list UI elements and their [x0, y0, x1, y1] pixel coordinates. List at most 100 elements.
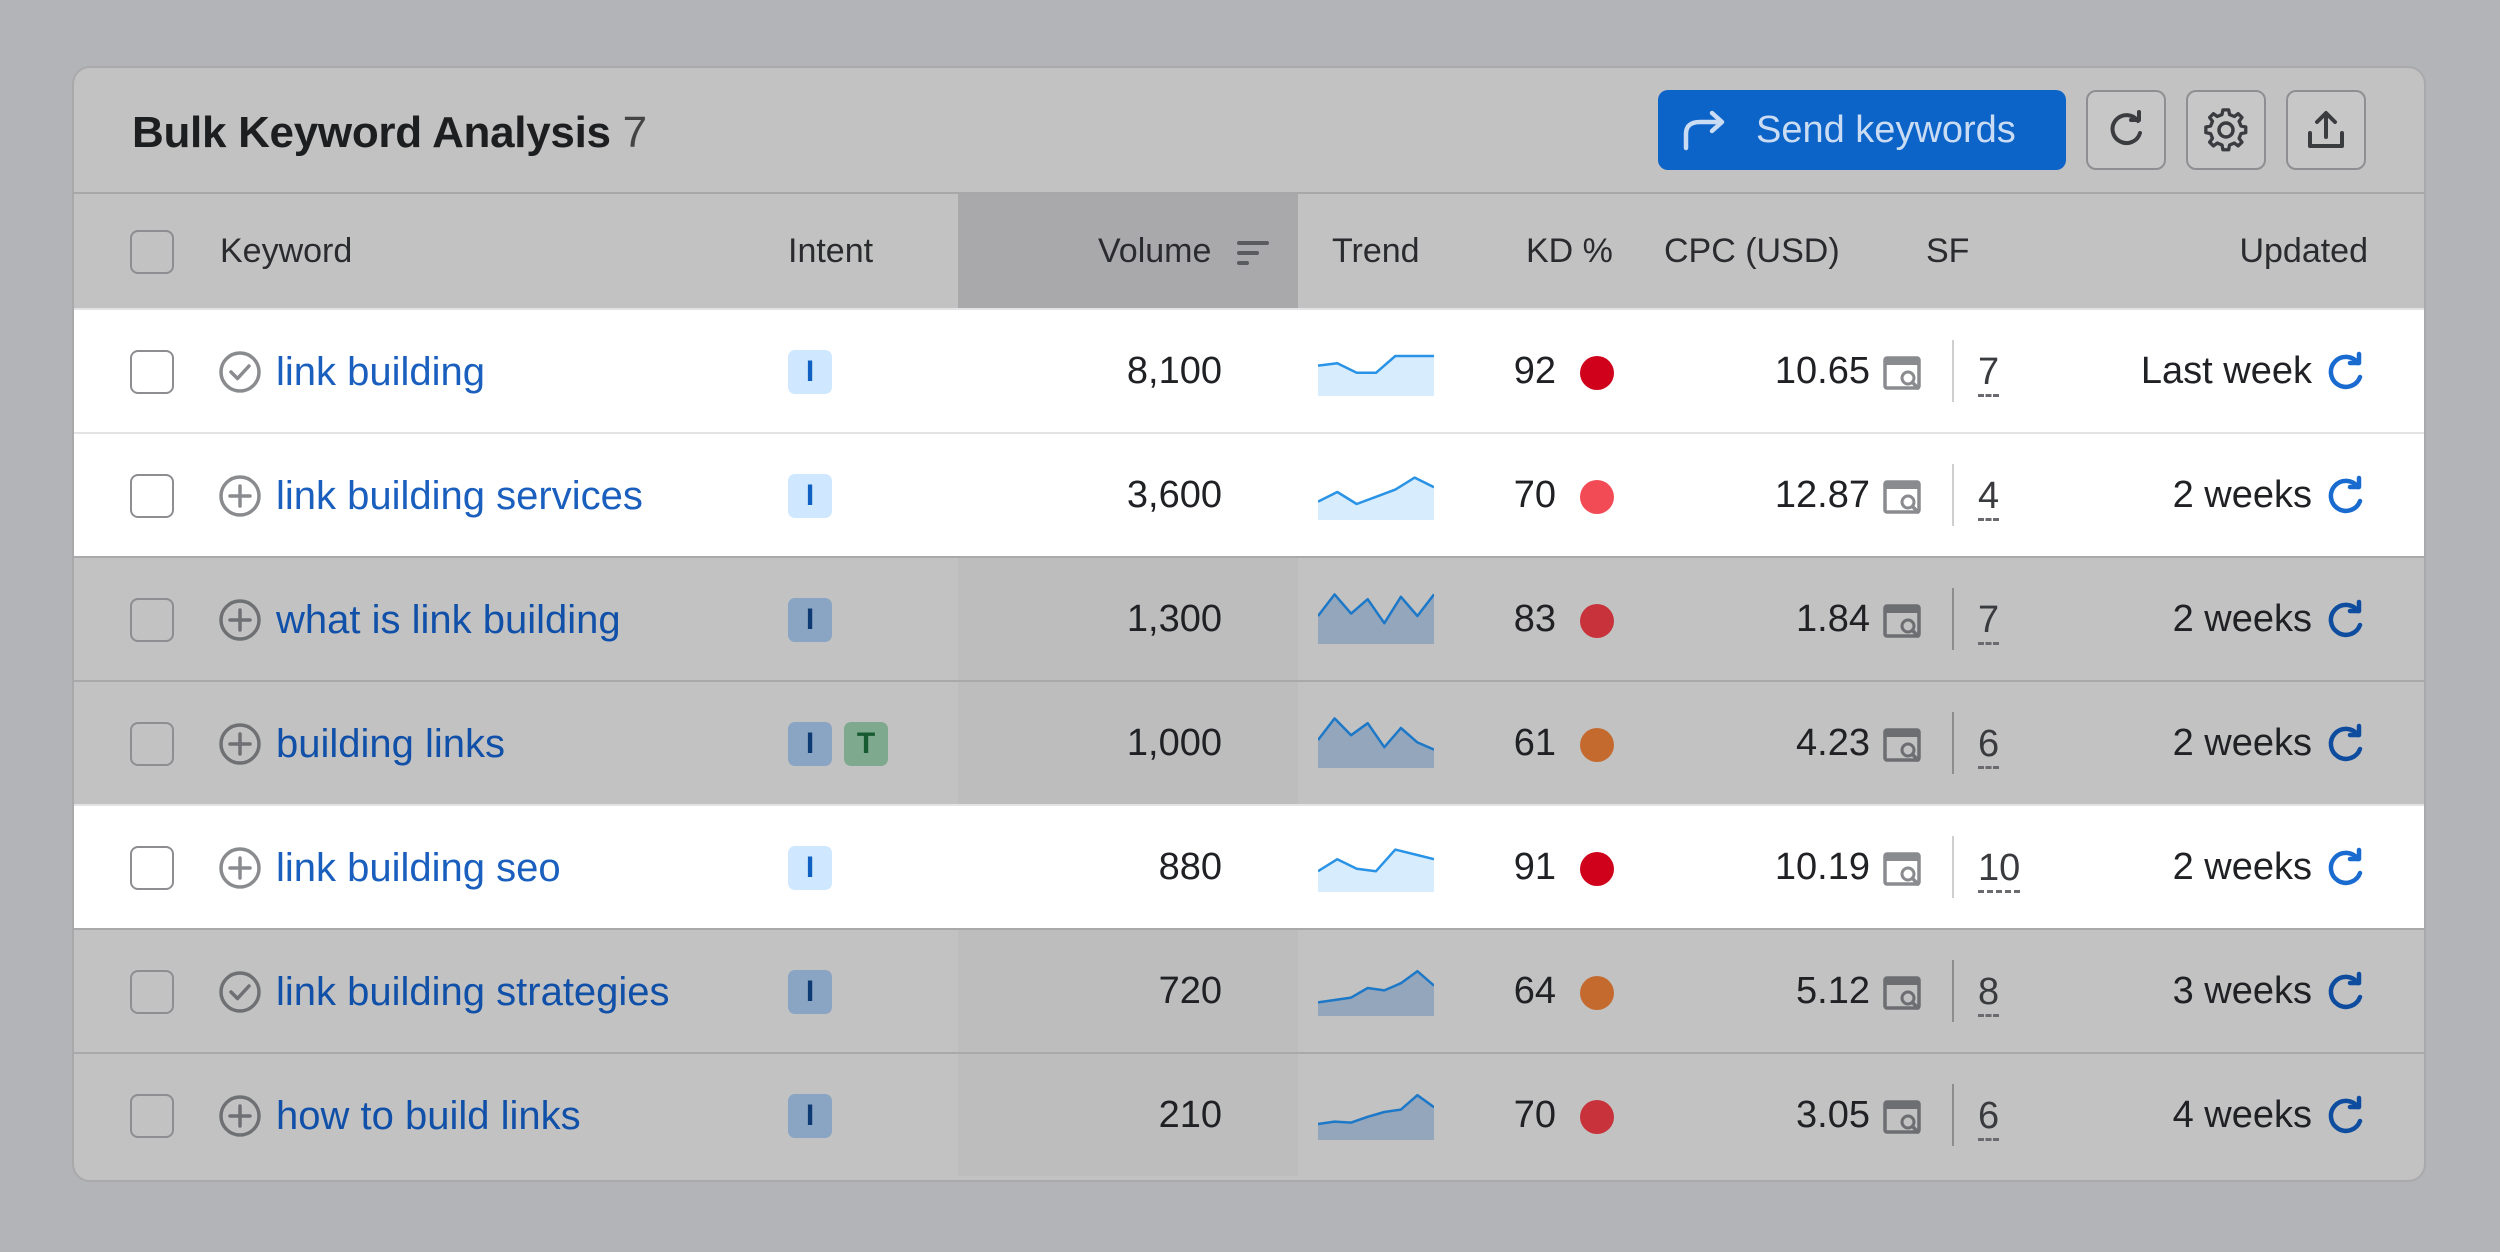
column-cpc[interactable]: CPC (USD)	[1664, 232, 1840, 271]
sf-count-link[interactable]: 6	[1978, 1094, 2000, 1141]
intent-badge[interactable]: I	[788, 722, 832, 766]
trend-sparkline[interactable]	[1318, 712, 1434, 768]
kd-difficulty-dot	[1580, 728, 1614, 762]
send-keywords-label: Send keywords	[1756, 108, 2016, 151]
row-checkbox[interactable]	[130, 846, 174, 890]
sf-count-link[interactable]: 7	[1978, 598, 2000, 645]
plus-circle-icon[interactable]	[218, 722, 262, 766]
table-row: link building I 8,100 92 10.65 7 Last we…	[74, 308, 2424, 432]
sf-count-link[interactable]: 4	[1978, 474, 2000, 521]
cpc-value: 10.19	[1774, 846, 1870, 888]
kd-difficulty-dot	[1580, 1100, 1614, 1134]
intent-badge[interactable]: I	[788, 1094, 832, 1138]
export-icon	[2308, 111, 2344, 148]
column-intent[interactable]: Intent	[788, 232, 873, 271]
refresh-icon[interactable]	[2324, 350, 2368, 394]
kd-value: 70	[1513, 474, 1556, 516]
row-checkbox[interactable]	[130, 474, 174, 518]
refresh-icon[interactable]	[2324, 474, 2368, 518]
volume-column-bg	[958, 806, 1298, 928]
export-button[interactable]	[2286, 90, 2366, 170]
send-keywords-button[interactable]: Send keywords	[1658, 90, 2066, 170]
column-updated[interactable]: Updated	[2239, 232, 2368, 271]
keyword-count: 7	[622, 108, 647, 157]
refresh-icon[interactable]	[2324, 846, 2368, 890]
table-row: building links IT 1,000 61 4.23 6 2 week…	[74, 680, 2424, 804]
column-kd[interactable]: KD %	[1526, 232, 1613, 271]
refresh-icon[interactable]	[2324, 598, 2368, 642]
intent-badge[interactable]: T	[844, 722, 888, 766]
sf-divider	[1952, 588, 1954, 650]
trend-sparkline[interactable]	[1318, 464, 1434, 520]
select-all-checkbox[interactable]	[130, 230, 174, 274]
cpc-value: 10.65	[1774, 350, 1870, 392]
row-checkbox[interactable]	[130, 350, 174, 394]
trend-sparkline[interactable]	[1318, 960, 1434, 1016]
refresh-icon[interactable]	[2324, 970, 2368, 1014]
keyword-link[interactable]: link building services	[276, 474, 643, 519]
refresh-icon[interactable]	[2324, 722, 2368, 766]
trend-sparkline[interactable]	[1318, 836, 1434, 892]
table-row: how to build links I 210 70 3.05 6 4 wee…	[74, 1052, 2424, 1176]
sf-count-link[interactable]: 6	[1978, 722, 2000, 769]
sf-divider	[1952, 960, 1954, 1022]
settings-button[interactable]	[2186, 90, 2266, 170]
table-row: link building seo I 880 91 10.19 10 2 we…	[74, 804, 2424, 928]
refresh-button[interactable]	[2086, 90, 2166, 170]
serp-features-icon[interactable]	[1882, 974, 1926, 1014]
intent-badge[interactable]: I	[788, 846, 832, 890]
keyword-link[interactable]: link building seo	[276, 846, 561, 891]
updated-value: 4 weeks	[2172, 1094, 2312, 1136]
volume-column-bg	[958, 930, 1298, 1052]
keyword-link[interactable]: link building	[276, 350, 485, 395]
check-circle-icon[interactable]	[218, 350, 262, 394]
sf-count-link[interactable]: 10	[1978, 846, 2021, 893]
panel-header: Bulk Keyword Analysis 7 Send keywords	[74, 68, 2424, 194]
kd-difficulty-dot	[1580, 480, 1614, 514]
volume-column-bg	[958, 1054, 1298, 1176]
trend-sparkline[interactable]	[1318, 588, 1434, 644]
serp-features-icon[interactable]	[1882, 726, 1926, 766]
gear-icon	[2204, 108, 2248, 152]
serp-features-icon[interactable]	[1882, 478, 1926, 518]
kd-difficulty-dot	[1580, 852, 1614, 886]
column-volume[interactable]: Volume	[1098, 232, 1271, 271]
page-title: Bulk Keyword Analysis 7	[132, 108, 647, 157]
sf-count-link[interactable]: 7	[1978, 350, 2000, 397]
keyword-link[interactable]: link building strategies	[276, 970, 670, 1015]
keyword-link[interactable]: how to build links	[276, 1094, 581, 1139]
sf-count-link[interactable]: 8	[1978, 970, 2000, 1017]
row-checkbox[interactable]	[130, 598, 174, 642]
row-checkbox[interactable]	[130, 1094, 174, 1138]
keyword-link[interactable]: building links	[276, 722, 505, 767]
updated-value: 2 weeks	[2172, 722, 2312, 764]
row-checkbox[interactable]	[130, 970, 174, 1014]
plus-circle-icon[interactable]	[218, 1094, 262, 1138]
keyword-link[interactable]: what is link building	[276, 598, 621, 643]
trend-sparkline[interactable]	[1318, 340, 1434, 396]
serp-features-icon[interactable]	[1882, 354, 1926, 394]
refresh-icon[interactable]	[2324, 1094, 2368, 1138]
column-volume-label: Volume	[1098, 232, 1212, 270]
volume-value: 210	[1158, 1094, 1222, 1136]
intent-badge[interactable]: I	[788, 350, 832, 394]
plus-circle-icon[interactable]	[218, 474, 262, 518]
serp-features-icon[interactable]	[1882, 1098, 1926, 1138]
serp-features-icon[interactable]	[1882, 602, 1926, 642]
kd-difficulty-dot	[1580, 604, 1614, 638]
serp-features-icon[interactable]	[1882, 850, 1926, 890]
row-checkbox[interactable]	[130, 722, 174, 766]
updated-value: 2 weeks	[2172, 598, 2312, 640]
kd-difficulty-dot	[1580, 976, 1614, 1010]
table-row: what is link building I 1,300 83 1.84 7 …	[74, 556, 2424, 680]
check-circle-icon[interactable]	[218, 970, 262, 1014]
intent-badge[interactable]: I	[788, 598, 832, 642]
intent-badge[interactable]: I	[788, 474, 832, 518]
intent-badge[interactable]: I	[788, 970, 832, 1014]
column-keyword[interactable]: Keyword	[220, 232, 352, 271]
plus-circle-icon[interactable]	[218, 598, 262, 642]
column-sf[interactable]: SF	[1926, 232, 1969, 271]
volume-value: 3,600	[1126, 474, 1222, 516]
trend-sparkline[interactable]	[1318, 1084, 1434, 1140]
plus-circle-icon[interactable]	[218, 846, 262, 890]
